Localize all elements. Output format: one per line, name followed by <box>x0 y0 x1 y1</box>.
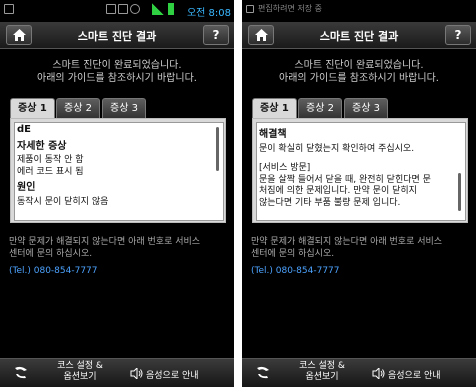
symptom-panel: 해결책 문이 확실히 닫혔는지 확인하여 주십시오. [서비스 방문] 문을 살… <box>252 118 468 223</box>
course-label-line: 옵션보기 <box>63 372 97 382</box>
symptom-content-box[interactable]: dE 자세한 증상 제품이 동작 안 함 에러 코드 표시 됨 원인 동작시 문… <box>14 122 224 221</box>
service-notice: 만약 문제가 해결되지 않는다면 아래 번호로 서비스 센터에 문의 하십시오. <box>251 236 471 260</box>
service-line: 처짐에 의한 문제입니다. 만약 문이 닫히지 <box>259 186 417 196</box>
status-text: 편집하려면 저장 중 <box>258 4 322 13</box>
service-phone-link[interactable]: (Tel.) 080-854-7777 <box>251 266 340 276</box>
status-app-icon <box>118 4 128 14</box>
intro-line: 아래의 가이드를 참조하시기 바랍니다. <box>37 73 197 84</box>
intro-text: 스마트 진단이 완료되었습니다. 아래의 가이드를 참조하시기 바랍니다. <box>0 59 234 85</box>
intro-text: 스마트 진단이 완료되었습니다. 아래의 가이드를 참조하시기 바랍니다. <box>242 59 476 85</box>
symptom-panel: dE 자세한 증상 제품이 동작 안 함 에러 코드 표시 됨 원인 동작시 문… <box>10 118 226 223</box>
panel-scrollbar[interactable] <box>216 127 219 171</box>
save-icon <box>246 5 254 13</box>
screen-right: 편집하려면 저장 중 스마트 진단 결과 ? 스마트 진단이 완료되었습니다. … <box>242 0 476 387</box>
washer-settings-icon <box>257 366 269 379</box>
tab-symptom-1[interactable]: 증상 1 <box>252 98 297 120</box>
battery-icon <box>168 3 174 15</box>
course-label-line: 옵션보기 <box>305 372 339 382</box>
course-settings-button[interactable]: 코스 설정 & 옵션보기 <box>40 361 120 383</box>
tab-symptom-3[interactable]: 증상 3 <box>344 98 388 118</box>
intro-line: 스마트 진단이 완료되었습니다. <box>294 60 424 71</box>
help-button[interactable]: ? <box>445 25 471 45</box>
panel-scrollbar[interactable] <box>458 173 461 211</box>
speaker-icon <box>372 368 385 379</box>
solution-heading: 해결책 <box>259 129 287 140</box>
error-code: dE <box>17 124 31 135</box>
symptom-content-box[interactable]: 해결책 문이 확실히 닫혔는지 확인하여 주십시오. [서비스 방문] 문을 살… <box>256 122 466 221</box>
cause-heading: 원인 <box>17 182 36 193</box>
service-phone-link[interactable]: (Tel.) 080-854-7777 <box>9 266 98 276</box>
bottom-bar: 코스 설정 & 옵션보기 음성으로 안내 <box>242 358 476 387</box>
notice-line: 센터에 문의 하십시오. <box>251 249 335 259</box>
bottom-bar: 코스 설정 & 옵션보기 음성으로 안내 <box>0 358 234 387</box>
washer-settings-icon <box>15 366 27 379</box>
title-bar: 스마트 진단 결과 ? <box>0 22 234 49</box>
tab-symptom-1[interactable]: 증상 1 <box>10 98 55 120</box>
solution-line: 문이 확실히 닫혔는지 확인하여 주십시오. <box>259 143 415 154</box>
screen-left: 오전 8:08 스마트 진단 결과 ? 스마트 진단이 완료되었습니다. 아래의… <box>0 0 234 387</box>
detail-line: 제품이 동작 안 함 <box>17 155 84 165</box>
service-line: 않는다면 기타 부품 불량 문제 입니다. <box>259 197 401 208</box>
detail-line: 에러 코드 표시 됨 <box>17 166 84 177</box>
detail-heading: 자세한 증상 <box>17 140 67 152</box>
notice-line: 만약 문제가 해결되지 않는다면 아래 번호로 서비스 <box>9 237 201 247</box>
course-label-line: 코스 설정 & <box>57 361 103 371</box>
service-line: 문을 살짝 들어서 닫을 때, 완전히 닫힌다면 문 <box>259 174 431 185</box>
notice-line: 센터에 문의 하십시오. <box>9 249 93 259</box>
course-label-line: 코스 설정 & <box>299 361 345 371</box>
notice-line: 만약 문제가 해결되지 않는다면 아래 번호로 서비스 <box>251 237 443 247</box>
status-app-icon <box>106 4 116 14</box>
status-bar: 편집하려면 저장 중 <box>242 0 476 19</box>
tab-symptom-2[interactable]: 증상 2 <box>56 98 100 118</box>
tab-symptom-3[interactable]: 증상 3 <box>102 98 146 118</box>
title-bar: 스마트 진단 결과 ? <box>242 22 476 49</box>
wifi-icon <box>130 4 140 14</box>
signal-icon <box>152 3 164 15</box>
page-title: 스마트 진단 결과 <box>319 30 399 43</box>
intro-line: 아래의 가이드를 참조하시기 바랍니다. <box>279 73 439 84</box>
tab-symptom-2[interactable]: 증상 2 <box>298 98 342 118</box>
status-bar: 오전 8:08 <box>0 0 234 19</box>
help-button[interactable]: ? <box>203 25 229 45</box>
service-line: [서비스 방문] <box>259 163 311 173</box>
speaker-icon <box>130 368 143 379</box>
clock: 오전 8:08 <box>186 8 231 19</box>
page-title: 스마트 진단 결과 <box>77 30 157 43</box>
cause-line: 동작시 문이 닫히지 않음 <box>17 196 109 207</box>
course-settings-button[interactable]: 코스 설정 & 옵션보기 <box>282 361 362 383</box>
notification-icon <box>4 4 14 14</box>
voice-guide-button[interactable]: 음성으로 안내 <box>388 368 441 381</box>
voice-guide-button[interactable]: 음성으로 안내 <box>146 368 199 381</box>
intro-line: 스마트 진단이 완료되었습니다. <box>52 60 182 71</box>
service-notice: 만약 문제가 해결되지 않는다면 아래 번호로 서비스 센터에 문의 하십시오. <box>9 236 229 260</box>
